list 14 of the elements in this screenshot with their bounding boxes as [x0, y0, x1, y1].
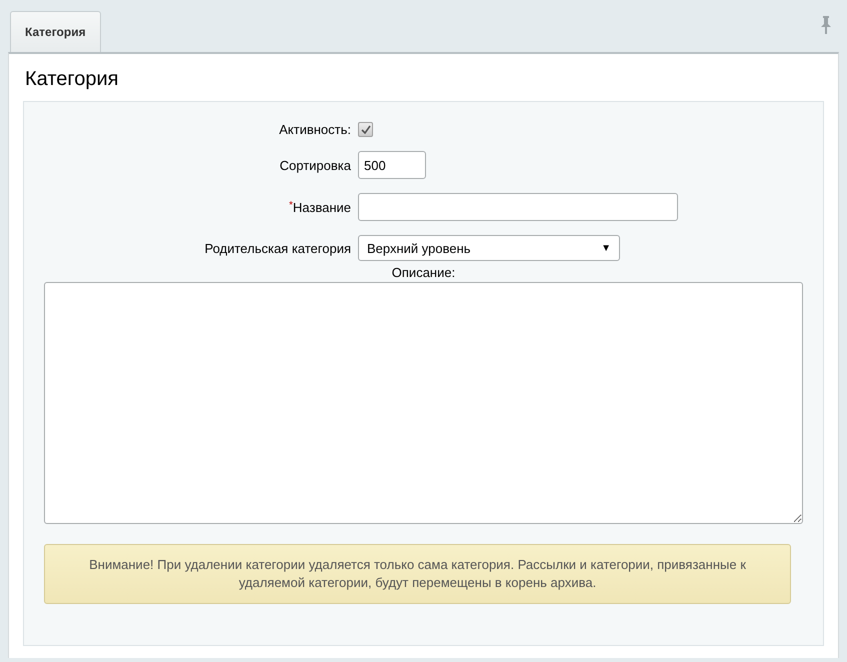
tab[interactable]: Категория [10, 11, 101, 52]
pin-icon[interactable] [821, 16, 831, 34]
select-field[interactable]: Верхний уровень ▼ [358, 235, 620, 261]
description-field[interactable] [44, 282, 803, 524]
field-label: Сортировка [278, 158, 351, 172]
field-label: *Название [288, 200, 351, 214]
field-label: Описание: [390, 265, 456, 280]
checkbox[interactable] [358, 122, 373, 137]
warning-message: Внимание! При удалении категории удаляется только сама категория. Рассылки и категории, привязанные к удаляемой категории, будут перемещены в корень архива. [44, 544, 791, 604]
field-label: Активность: [278, 122, 351, 137]
input-field[interactable]: 500 [358, 151, 426, 179]
field-label: Родительская категория [204, 240, 351, 256]
panel-title: Категория [24, 67, 120, 92]
input-field[interactable] [358, 193, 678, 221]
